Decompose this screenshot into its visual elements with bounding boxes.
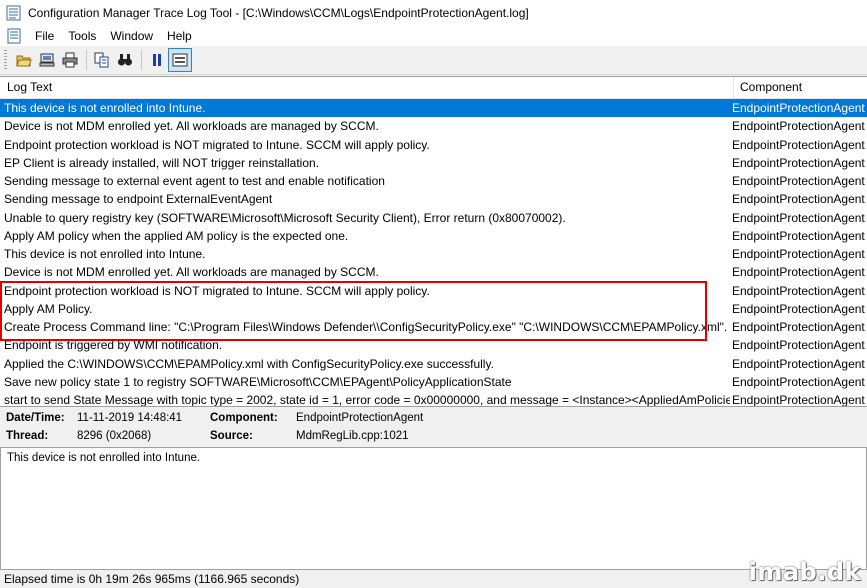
log-row-component: EndpointProtectionAgent <box>732 283 865 298</box>
log-row-component: EndpointProtectionAgent <box>732 393 865 407</box>
menu-window[interactable]: Window <box>103 29 160 43</box>
document-icon[interactable] <box>6 28 22 44</box>
log-row-text: Unable to query registry key (SOFTWARE\M… <box>4 210 566 225</box>
highlight-icon <box>172 53 188 67</box>
log-row-component: EndpointProtectionAgent <box>732 247 865 261</box>
log-row-component: EndpointProtectionAgent <box>732 101 865 115</box>
log-row[interactable]: Apply AM policy when the applied AM poli… <box>0 227 867 245</box>
component-label: Component: <box>210 412 278 424</box>
log-row-text: Endpoint is triggered by WMI notificatio… <box>4 338 223 353</box>
log-row-text: Sending message to external event agent … <box>4 174 385 188</box>
log-row[interactable]: Sending message to external event agent … <box>0 172 867 190</box>
log-row-text: EP Client is already installed, will NOT… <box>4 155 320 170</box>
message-detail-box[interactable]: This device is not enrolled into Intune. <box>0 447 867 570</box>
menu-tools[interactable]: Tools <box>61 29 103 43</box>
log-row[interactable]: Sending message to endpoint ExternalEven… <box>0 190 867 208</box>
log-row[interactable]: Endpoint protection workload is NOT migr… <box>0 282 867 300</box>
log-row-text: Create Process Command line: "C:\Program… <box>4 320 728 334</box>
menu-bar: File Tools Window Help <box>0 26 867 46</box>
log-row-component: EndpointProtectionAgent <box>732 137 865 152</box>
elapsed-time: Elapsed time is 0h 19m 26s 965ms (1166.9… <box>4 572 300 586</box>
log-list-header: Log Text Component <box>0 77 867 99</box>
log-row[interactable]: Apply AM Policy. EndpointProtectionAgent <box>0 300 867 318</box>
log-row-component: EndpointProtectionAgent <box>732 320 865 334</box>
open-button[interactable] <box>13 49 35 71</box>
open-on-server-button[interactable] <box>36 49 58 71</box>
menu-file[interactable]: File <box>28 29 61 43</box>
highlight-button[interactable] <box>168 48 192 72</box>
log-list[interactable]: Log Text Component This device is not en… <box>0 76 867 407</box>
log-row[interactable]: EP Client is already installed, will NOT… <box>0 154 867 172</box>
log-row-text: Device is not MDM enrolled yet. All work… <box>4 119 379 134</box>
log-row[interactable]: Applied the C:\WINDOWS\CCM\EPAMPolicy.xm… <box>0 355 867 373</box>
open-on-server-icon <box>39 53 55 67</box>
log-row-text: Applied the C:\WINDOWS\CCM\EPAMPolicy.xm… <box>4 356 494 371</box>
source-label: Source: <box>210 430 253 442</box>
log-row-component: EndpointProtectionAgent <box>732 119 865 134</box>
log-row[interactable]: This device is not enrolled into Intune.… <box>0 245 867 263</box>
log-rows: This device is not enrolled into Intune.… <box>0 99 867 407</box>
log-row-text: This device is not enrolled into Intune. <box>4 101 206 115</box>
find-icon <box>118 54 132 66</box>
open-icon <box>16 55 32 67</box>
pause-button[interactable] <box>146 49 168 71</box>
print-icon <box>62 52 78 68</box>
pause-icon <box>153 54 161 66</box>
copy-icon <box>94 52 109 68</box>
menu-help[interactable]: Help <box>160 29 199 43</box>
thread-label: Thread: <box>6 430 49 442</box>
log-row-text: Endpoint protection workload is NOT migr… <box>4 137 430 152</box>
log-row[interactable]: Unable to query registry key (SOFTWARE\M… <box>0 209 867 227</box>
column-header-component[interactable]: Component <box>734 77 867 98</box>
toolbar <box>0 46 867 75</box>
toolbar-grip[interactable] <box>4 50 7 70</box>
toolbar-separator <box>141 50 142 70</box>
log-row-component: EndpointProtectionAgent <box>732 356 865 371</box>
print-button[interactable] <box>59 49 81 71</box>
log-row-text: Sending message to endpoint ExternalEven… <box>4 192 273 207</box>
datetime-value: 11-11-2019 14:48:41 <box>77 412 183 424</box>
log-row[interactable]: Save new policy state 1 to registry SOFT… <box>0 373 867 391</box>
log-row[interactable]: This device is not enrolled into Intune.… <box>0 99 867 118</box>
message-text: This device is not enrolled into Intune. <box>7 452 201 464</box>
log-row[interactable]: Device is not MDM enrolled yet. All work… <box>0 263 867 281</box>
log-row-text: Apply AM Policy. <box>4 301 93 316</box>
log-row-text: Apply AM policy when the applied AM poli… <box>4 228 349 243</box>
source-value: MdmRegLib.cpp:1021 <box>296 430 409 442</box>
log-row-component: EndpointProtectionAgent <box>732 338 865 353</box>
find-button[interactable] <box>114 49 136 71</box>
log-row-text: Endpoint protection workload is NOT migr… <box>4 283 430 298</box>
log-row-component: EndpointProtectionAgent <box>732 228 865 243</box>
window-title: Configuration Manager Trace Log Tool - [… <box>28 6 529 20</box>
log-row-component: EndpointProtectionAgent <box>732 174 865 188</box>
log-row-text: start to send State Message with topic t… <box>4 393 730 407</box>
status-bar: Elapsed time is 0h 19m 26s 965ms (1166.9… <box>0 570 867 588</box>
log-row[interactable]: Endpoint is triggered by WMI notificatio… <box>0 336 867 354</box>
thread-value: 8296 (0x2068) <box>77 430 152 442</box>
log-row-component: EndpointProtectionAgent <box>732 210 865 225</box>
log-row-component: EndpointProtectionAgent <box>732 265 865 280</box>
log-row-text: Device is not MDM enrolled yet. All work… <box>4 265 379 280</box>
app-icon <box>6 5 21 21</box>
log-row-component: EndpointProtectionAgent <box>732 301 865 316</box>
component-value: EndpointProtectionAgent <box>296 412 424 424</box>
log-row-component: EndpointProtectionAgent <box>732 155 865 170</box>
datetime-label: Date/Time: <box>6 412 65 424</box>
log-row[interactable]: start to send State Message with topic t… <box>0 391 867 407</box>
log-row[interactable]: Create Process Command line: "C:\Program… <box>0 318 867 336</box>
title-bar: Configuration Manager Trace Log Tool - [… <box>0 0 867 26</box>
log-row-text: Save new policy state 1 to registry SOFT… <box>4 374 512 389</box>
copy-button[interactable] <box>91 49 113 71</box>
watermark-logo: imab.dk <box>748 558 861 586</box>
column-header-log-text[interactable]: Log Text <box>0 77 734 98</box>
log-row-text: This device is not enrolled into Intune. <box>4 247 206 261</box>
log-row[interactable]: Device is not MDM enrolled yet. All work… <box>0 117 867 135</box>
detail-panel: Date/Time: 11-11-2019 14:48:41 Component… <box>0 406 867 447</box>
log-row-component: EndpointProtectionAgent <box>732 374 865 389</box>
log-row[interactable]: Endpoint protection workload is NOT migr… <box>0 136 867 154</box>
toolbar-separator <box>86 50 87 70</box>
log-row-component: EndpointProtectionAgent <box>732 192 865 207</box>
